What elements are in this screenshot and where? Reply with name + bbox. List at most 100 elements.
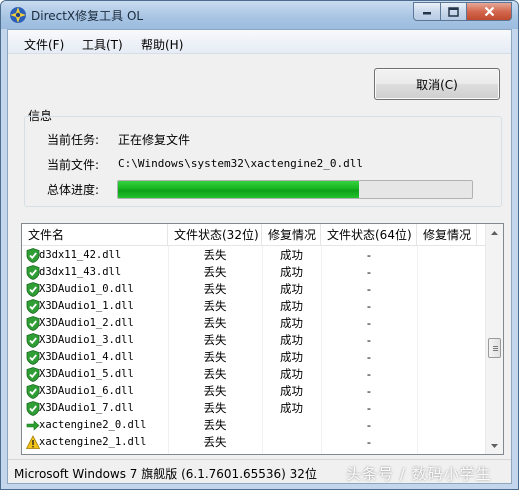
cell-repair-64 — [417, 417, 477, 434]
column-header-status-64[interactable]: 文件状态(64位) — [321, 224, 417, 246]
cell-repair-32: 成功 — [280, 282, 303, 296]
cell-repair-32: 成功 — [280, 248, 303, 262]
cell-repair-64 — [417, 349, 477, 366]
current-task-label: 当前任务: — [47, 133, 100, 147]
cell-repair-64 — [417, 366, 477, 383]
cell-status-32: 丢失 — [203, 248, 227, 262]
cell-filename: d3dx11_42.dll — [39, 249, 122, 261]
column-header-status-32[interactable]: 文件状态(32位) — [168, 224, 262, 246]
table-row[interactable]: X3DAudio1_5.dll 丢失 成功 - — [22, 366, 485, 383]
file-list-header: 文件名 文件状态(32位) 修复情况 文件状态(64位) 修复情况 — [22, 224, 485, 246]
table-row[interactable]: X3DAudio1_0.dll 丢失 成功 - — [22, 281, 485, 298]
scroll-grip — [493, 350, 498, 351]
cell-status-32: 丢失 — [203, 384, 227, 398]
cell-filename: X3DAudio1_0.dll — [39, 283, 134, 295]
cancel-button[interactable]: 取消(C) — [374, 68, 500, 100]
cell-repair-32: 成功 — [280, 265, 303, 279]
os-version-text: Microsoft Windows 7 旗舰版 (6.1.7601.65536)… — [14, 467, 317, 481]
vertical-scrollbar[interactable] — [485, 224, 503, 454]
cell-status-32: 丢失 — [203, 401, 227, 415]
cell-filename: d3dx11_43.dll — [39, 266, 122, 278]
cell-repair-32: 成功 — [280, 299, 303, 313]
file-list[interactable]: 文件名 文件状态(32位) 修复情况 文件状态(64位) 修复情况 d3dx11… — [21, 223, 504, 455]
cell-filename: X3DAudio1_7.dll — [39, 402, 134, 414]
scroll-down-button[interactable] — [486, 437, 503, 454]
cell-status-64: - — [366, 401, 372, 415]
cell-status-32: 丢失 — [203, 418, 227, 432]
cell-status-32: 丢失 — [203, 367, 227, 381]
scroll-grip — [493, 348, 498, 349]
table-row[interactable]: d3dx11_42.dll 丢失 成功 - — [22, 247, 485, 264]
cell-status-32: 丢失 — [203, 350, 227, 364]
cell-repair-32: 成功 — [280, 333, 303, 347]
progress-fill — [118, 181, 359, 198]
cell-status-32: 丢失 — [203, 299, 227, 313]
menu-tools[interactable]: 工具(T) — [82, 36, 123, 53]
cell-repair-32: 成功 — [280, 350, 303, 364]
title-bar[interactable]: DirectX修复工具 OL — [1, 1, 518, 29]
scroll-down-arrow-icon — [491, 443, 498, 448]
scroll-grip — [493, 346, 498, 347]
cell-repair-64 — [417, 383, 477, 400]
cell-status-32: 丢失 — [203, 435, 227, 449]
column-header-repair-32[interactable]: 修复情况 — [262, 224, 321, 246]
cell-status-64: - — [366, 248, 372, 262]
maximize-icon — [448, 6, 459, 17]
column-header-repair-64[interactable]: 修复情况 — [417, 224, 477, 246]
cell-repair-64 — [417, 264, 477, 281]
current-task-value: 正在修复文件 — [118, 133, 191, 147]
cell-repair-64 — [417, 281, 477, 298]
menu-help[interactable]: 帮助(H) — [141, 36, 183, 53]
app-window: DirectX修复工具 OL 文件(F) 工具(T) 帮助(H) 取消(C) 信… — [0, 0, 519, 490]
scroll-thumb[interactable] — [488, 338, 501, 358]
table-row[interactable]: X3DAudio1_2.dll 丢失 成功 - — [22, 315, 485, 332]
cell-status-64: - — [366, 265, 372, 279]
table-row[interactable]: X3DAudio1_4.dll 丢失 成功 - — [22, 349, 485, 366]
table-row[interactable]: X3DAudio1_6.dll 丢失 成功 - — [22, 383, 485, 400]
close-icon — [484, 6, 494, 17]
cell-status-64: - — [366, 282, 372, 296]
cell-repair-32: 成功 — [280, 384, 303, 398]
cell-repair-32: 成功 — [280, 401, 303, 415]
cell-status-64: - — [366, 333, 372, 347]
cell-filename: X3DAudio1_3.dll — [39, 334, 134, 346]
cell-repair-32: 成功 — [280, 316, 303, 330]
cell-repair-32: 成功 — [280, 367, 303, 381]
cell-status-64: - — [366, 299, 372, 313]
cell-repair-64 — [417, 400, 477, 417]
cell-filename: X3DAudio1_5.dll — [39, 368, 134, 380]
watermark-text: 头条号 / 数码小学生 — [346, 465, 492, 483]
table-row[interactable]: d3dx11_43.dll 丢失 成功 - — [22, 264, 485, 281]
cell-filename: X3DAudio1_1.dll — [39, 300, 134, 312]
progress-label: 总体进度: — [47, 183, 100, 197]
status-bar: Microsoft Windows 7 旗舰版 (6.1.7601.65536)… — [8, 459, 511, 483]
cell-filename: xactengine2_0.dll — [39, 419, 147, 431]
cell-repair-64 — [417, 315, 477, 332]
scroll-up-button[interactable] — [486, 224, 503, 241]
cell-filename: X3DAudio1_6.dll — [39, 385, 134, 397]
table-row[interactable]: X3DAudio1_3.dll 丢失 成功 - — [22, 332, 485, 349]
maximize-button[interactable] — [440, 2, 467, 21]
table-row[interactable]: X3DAudio1_1.dll 丢失 成功 - — [22, 298, 485, 315]
scroll-up-arrow-icon — [491, 230, 498, 235]
cell-status-32: 丢失 — [203, 265, 227, 279]
current-file-value: C:\Windows\system32\xactengine2_0.dll — [118, 157, 364, 170]
cell-repair-64 — [417, 332, 477, 349]
cell-repair-64 — [417, 247, 477, 264]
current-file-label: 当前文件: — [47, 158, 100, 172]
column-header-filename[interactable]: 文件名 — [22, 224, 168, 246]
minimize-icon — [423, 11, 431, 14]
table-row[interactable]: X3DAudio1_7.dll 丢失 成功 - — [22, 400, 485, 417]
close-button[interactable] — [466, 2, 512, 21]
cell-status-32: 丢失 — [203, 333, 227, 347]
cell-repair-64 — [417, 434, 477, 451]
table-row[interactable]: xactengine2_1.dll 丢失 - — [22, 434, 485, 451]
client-area: 文件(F) 工具(T) 帮助(H) 取消(C) 信息 当前任务: 正在修复文件 … — [7, 29, 512, 484]
cell-filename: xactengine2_1.dll — [39, 436, 147, 448]
menu-file[interactable]: 文件(F) — [24, 36, 64, 53]
table-row[interactable]: xactengine2_0.dll 丢失 - — [22, 417, 485, 434]
directx-app-icon — [10, 7, 26, 23]
cell-status-64: - — [366, 418, 372, 432]
window-title: DirectX修复工具 OL — [31, 9, 144, 23]
minimize-button[interactable] — [413, 2, 441, 21]
